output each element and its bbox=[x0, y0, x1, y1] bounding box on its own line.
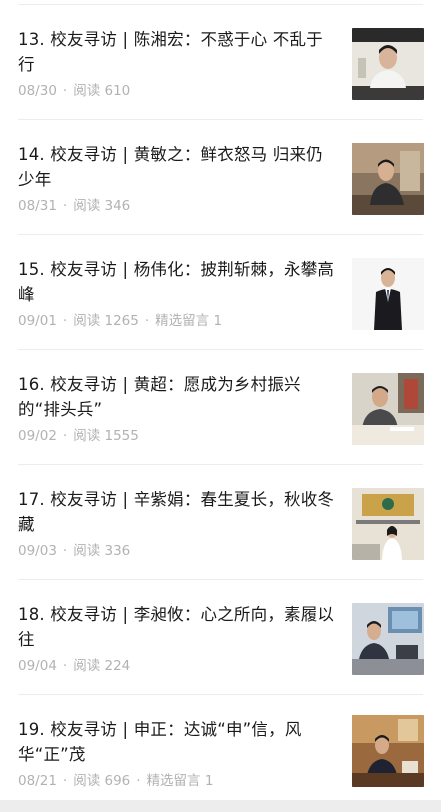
article-title[interactable]: 18. 校友寻访 | 李昶攸：心之所向，素履以往 bbox=[18, 602, 336, 652]
article-date: 09/02 bbox=[18, 428, 57, 444]
article-meta: 08/30 · 阅读 610 bbox=[18, 82, 130, 100]
separator-dot: · bbox=[62, 773, 68, 789]
article-reads: 阅读 1555 bbox=[73, 428, 139, 444]
article-comments: 精选留言 1 bbox=[146, 773, 214, 789]
separator-dot: · bbox=[62, 658, 68, 674]
article-reads: 阅读 336 bbox=[73, 543, 131, 559]
article-item-18[interactable]: 18. 校友寻访 | 李昶攸：心之所向，素履以往 09/04 · 阅读 224 bbox=[0, 580, 441, 695]
article-list: 13. 校友寻访 | 陈湘宏：不惑于心 不乱于行 08/30 · 阅读 610 14… bbox=[0, 0, 441, 812]
article-title[interactable]: 19. 校友寻访 | 申正：达诚“申”信，风华“正”茂 bbox=[18, 717, 336, 767]
article-title[interactable]: 15. 校友寻访 | 杨伟化：披荆斩棘，永攀高峰 bbox=[18, 257, 336, 307]
article-thumbnail[interactable] bbox=[352, 258, 424, 330]
article-reads: 阅读 1265 bbox=[73, 313, 139, 329]
person-photo-icon bbox=[352, 715, 424, 787]
article-thumbnail[interactable] bbox=[352, 715, 424, 787]
article-item-17[interactable]: 17. 校友寻访 | 辛紫娟：春生夏长，秋收冬藏 09/03 · 阅读 336 bbox=[0, 465, 441, 580]
person-photo-icon bbox=[352, 603, 424, 675]
article-thumbnail[interactable] bbox=[352, 373, 424, 445]
article-date: 08/31 bbox=[18, 198, 57, 214]
article-meta: 09/03 · 阅读 336 bbox=[18, 542, 130, 560]
article-date: 09/01 bbox=[18, 313, 57, 329]
article-date: 08/21 bbox=[18, 773, 57, 789]
article-title[interactable]: 13. 校友寻访 | 陈湘宏：不惑于心 不乱于行 bbox=[18, 27, 336, 77]
article-title[interactable]: 17. 校友寻访 | 辛紫娟：春生夏长，秋收冬藏 bbox=[18, 487, 336, 537]
article-meta: 09/02 · 阅读 1555 bbox=[18, 427, 139, 445]
article-thumbnail[interactable] bbox=[352, 488, 424, 560]
person-photo-icon bbox=[352, 488, 424, 560]
article-meta: 09/01 · 阅读 1265 · 精选留言 1 bbox=[18, 312, 222, 330]
article-meta: 08/31 · 阅读 346 bbox=[18, 197, 130, 215]
article-meta: 09/04 · 阅读 224 bbox=[18, 657, 130, 675]
person-photo-icon bbox=[352, 258, 424, 330]
bottom-bar bbox=[0, 800, 441, 812]
article-item-13[interactable]: 13. 校友寻访 | 陈湘宏：不惑于心 不乱于行 08/30 · 阅读 610 bbox=[0, 5, 441, 120]
person-photo-icon bbox=[352, 143, 424, 215]
separator-dot: · bbox=[62, 543, 68, 559]
person-photo-icon bbox=[352, 373, 424, 445]
article-item-16[interactable]: 16. 校友寻访 | 黄超：愿成为乡村振兴的“排头兵” 09/02 · 阅读 155… bbox=[0, 350, 441, 465]
separator-dot: · bbox=[62, 428, 68, 444]
separator-dot: · bbox=[62, 198, 68, 214]
article-title[interactable]: 16. 校友寻访 | 黄超：愿成为乡村振兴的“排头兵” bbox=[18, 372, 336, 422]
article-thumbnail[interactable] bbox=[352, 603, 424, 675]
article-thumbnail[interactable] bbox=[352, 143, 424, 215]
article-reads: 阅读 610 bbox=[73, 83, 131, 99]
article-item-15[interactable]: 15. 校友寻访 | 杨伟化：披荆斩棘，永攀高峰 09/01 · 阅读 1265 · 精… bbox=[0, 235, 441, 350]
separator-dot: · bbox=[62, 83, 68, 99]
person-photo-icon bbox=[352, 28, 424, 100]
article-date: 09/04 bbox=[18, 658, 57, 674]
article-item-19[interactable]: 19. 校友寻访 | 申正：达诚“申”信，风华“正”茂 08/21 · 阅读 696… bbox=[0, 695, 441, 810]
article-title[interactable]: 14. 校友寻访 | 黄敏之：鲜衣怒马 归来仍少年 bbox=[18, 142, 336, 192]
article-date: 09/03 bbox=[18, 543, 57, 559]
article-thumbnail[interactable] bbox=[352, 28, 424, 100]
article-comments: 精选留言 1 bbox=[155, 313, 223, 329]
separator-dot: · bbox=[136, 773, 141, 789]
article-item-14[interactable]: 14. 校友寻访 | 黄敏之：鲜衣怒马 归来仍少年 08/31 · 阅读 346 bbox=[0, 120, 441, 235]
article-meta: 08/21 · 阅读 696 · 精选留言 1 bbox=[18, 772, 213, 790]
article-reads: 阅读 346 bbox=[73, 198, 131, 214]
article-date: 08/30 bbox=[18, 83, 57, 99]
separator-dot: · bbox=[62, 313, 68, 329]
article-reads: 阅读 696 bbox=[73, 773, 131, 789]
separator-dot: · bbox=[144, 313, 150, 329]
article-reads: 阅读 224 bbox=[73, 658, 131, 674]
